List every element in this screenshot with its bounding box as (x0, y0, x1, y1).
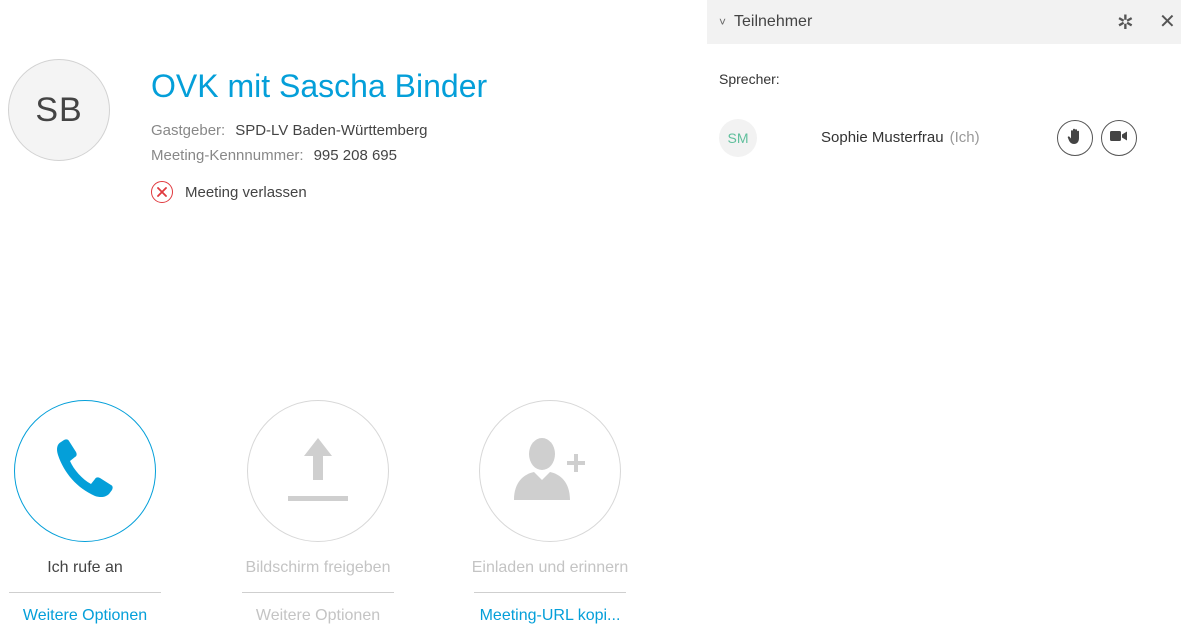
participant-self-tag: (Ich) (949, 129, 980, 146)
participant-row: SM Sophie Musterfrau (Ich) (719, 118, 1149, 158)
participants-panel-header: ˅ Teilnehmer ✲ ✕ (707, 0, 1181, 44)
participant-name: Sophie Musterfrau (Ich) (821, 129, 980, 146)
meeting-id-info: Meeting-Kennnummer: 995 208 695 (151, 147, 397, 164)
meeting-id-label: Meeting-Kennnummer: (151, 147, 304, 164)
share-more-options-link[interactable]: Weitere Optionen (238, 607, 398, 625)
speaker-section-label: Sprecher: (719, 71, 780, 87)
raise-hand-button[interactable] (1057, 120, 1093, 156)
share-screen-action: Bildschirm freigeben Weitere Optionen (238, 400, 398, 625)
host-info: Gastgeber: SPD-LV Baden-Württemberg (151, 122, 428, 139)
share-divider (242, 592, 394, 593)
video-button[interactable] (1101, 120, 1137, 156)
participant-name-text: Sophie Musterfrau (821, 129, 944, 146)
host-value: SPD-LV Baden-Württemberg (235, 122, 428, 139)
host-label: Gastgeber: (151, 122, 226, 139)
meeting-id-value: 995 208 695 (313, 147, 397, 164)
call-action: Ich rufe an Weitere Optionen (5, 400, 165, 625)
host-avatar-initials: SB (35, 90, 83, 129)
invite-button[interactable] (479, 400, 621, 542)
add-user-icon (510, 436, 590, 507)
call-divider (9, 592, 161, 593)
chevron-down-icon[interactable]: ˅ (719, 15, 726, 29)
host-avatar: SB (8, 59, 110, 161)
leave-meeting-label: Meeting verlassen (185, 183, 307, 201)
call-label: Ich rufe an (47, 559, 123, 576)
call-more-options-link[interactable]: Weitere Optionen (5, 607, 165, 625)
participant-initials: SM (727, 130, 749, 146)
participants-panel-title: Teilnehmer (734, 13, 813, 30)
invite-action: Einladen und erinnern Meeting-URL kopi..… (470, 400, 630, 625)
camera-icon (1110, 129, 1128, 147)
gear-icon[interactable]: ✲ (1117, 10, 1134, 35)
copy-meeting-url-link[interactable]: Meeting-URL kopi... (470, 607, 630, 625)
invite-label: Einladen und erinnern (471, 559, 629, 576)
share-screen-button[interactable] (247, 400, 389, 542)
meeting-title: OVK mit Sascha Binder (151, 68, 488, 104)
leave-meeting-button[interactable]: Meeting verlassen (151, 181, 307, 203)
close-circle-icon (151, 181, 173, 203)
participant-avatar: SM (719, 119, 757, 157)
invite-divider (474, 592, 626, 593)
close-icon[interactable]: ✕ (1159, 9, 1176, 34)
call-button[interactable] (14, 400, 156, 542)
phone-icon (55, 438, 115, 505)
upload-icon (286, 434, 350, 509)
hand-icon (1067, 127, 1083, 150)
share-screen-label: Bildschirm freigeben (245, 559, 391, 576)
